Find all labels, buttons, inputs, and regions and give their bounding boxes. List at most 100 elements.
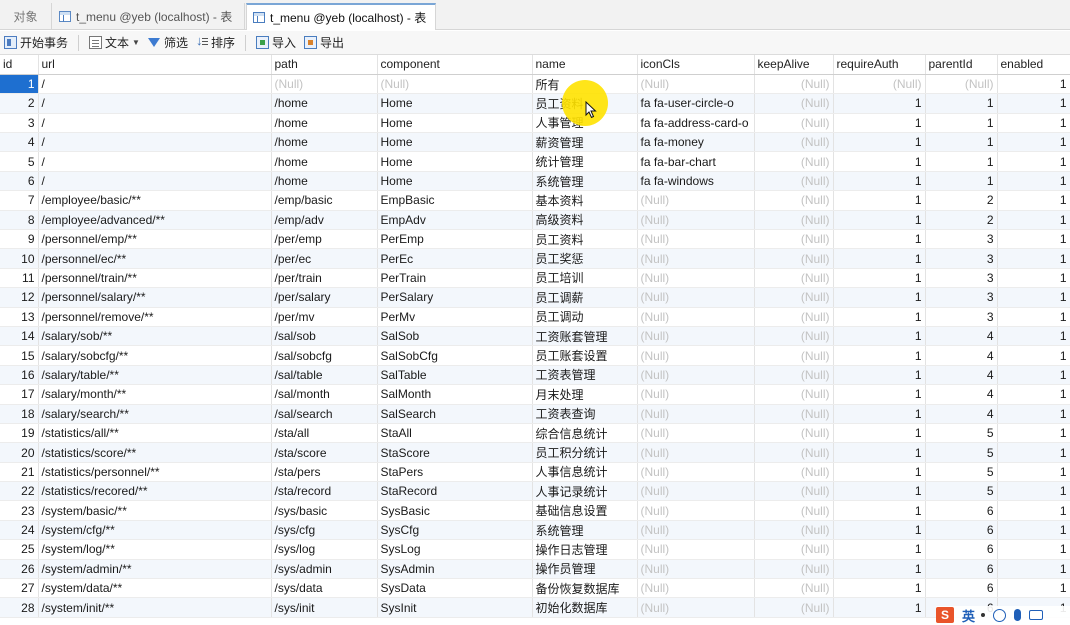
cell-id[interactable]: 9 (0, 229, 39, 250)
cell-keepAlive[interactable]: (Null) (754, 190, 834, 211)
column-header-keepAlive[interactable]: keepAlive (754, 55, 834, 75)
cell-iconCls[interactable]: (Null) (637, 287, 755, 308)
cell-path[interactable]: /sta/pers (271, 462, 378, 483)
cell-id[interactable]: 8 (0, 210, 39, 231)
cell-parentId[interactable]: 1 (925, 113, 998, 134)
cell-url[interactable]: / (38, 151, 272, 172)
cell-id[interactable]: 16 (0, 365, 39, 386)
cell-requireAuth[interactable]: 1 (833, 404, 926, 424)
cell-component[interactable]: SalTable (377, 365, 533, 386)
cell-iconCls[interactable]: fa fa-user-circle-o (637, 93, 755, 114)
cell-id[interactable]: 5 (0, 151, 39, 172)
cell-keepAlive[interactable]: (Null) (754, 404, 834, 424)
cell-id[interactable]: 3 (0, 113, 39, 134)
cell-url[interactable]: /salary/sob/** (38, 326, 272, 347)
cell-parentId[interactable]: 4 (925, 326, 998, 347)
cell-enabled[interactable]: 1 (997, 268, 1070, 289)
cell-id[interactable]: 17 (0, 384, 39, 405)
cell-url[interactable]: / (38, 74, 272, 95)
cell-iconCls[interactable]: (Null) (637, 210, 755, 231)
column-header-enabled[interactable]: enabled (997, 55, 1070, 75)
text-button[interactable]: 文本 ▼ (85, 32, 144, 54)
cell-url[interactable]: /system/init/** (38, 597, 272, 618)
table-row[interactable]: 20/statistics/score/**/sta/score StaScore… (0, 442, 1070, 463)
cell-iconCls[interactable]: fa fa-address-card-o (637, 113, 755, 134)
cell-component[interactable]: EmpBasic (377, 190, 533, 211)
cell-parentId[interactable]: 5 (925, 481, 998, 502)
cell-keepAlive[interactable]: (Null) (754, 539, 834, 560)
cell-path[interactable]: /home (271, 113, 378, 134)
cell-parentId[interactable]: 6 (925, 500, 998, 521)
column-header-iconCls[interactable]: iconCls (637, 55, 755, 75)
cell-keepAlive[interactable]: (Null) (754, 171, 834, 192)
cell-component[interactable]: SysAdmin (377, 559, 533, 580)
cell-enabled[interactable]: 1 (997, 404, 1070, 424)
tab-t-menu-1[interactable]: t_menu @yeb (localhost) - 表 (53, 3, 245, 29)
punctuation-icon[interactable] (981, 613, 986, 617)
cell-path[interactable]: /home (271, 93, 378, 114)
tab-objects[interactable]: 对象 (0, 3, 52, 29)
cell-parentId[interactable]: 4 (925, 384, 998, 405)
cell-requireAuth[interactable]: 1 (833, 462, 926, 483)
cell-component[interactable]: SysData (377, 578, 533, 599)
cell-path[interactable]: (Null) (271, 74, 378, 95)
table-row[interactable]: 8/employee/advanced/**/emp/adv EmpAdv 高级资料… (0, 210, 1070, 231)
cell-parentId[interactable]: 5 (925, 423, 998, 444)
cell-name[interactable]: 员工资料 (532, 229, 638, 250)
column-header-id[interactable]: id (0, 55, 39, 75)
cell-requireAuth[interactable]: (Null) (833, 74, 926, 95)
cell-component[interactable]: PerTrain (377, 268, 533, 289)
table-row[interactable]: 6//home Home 系统管理 fa fa-windows (Null) 1 1 1 (0, 171, 1070, 192)
cell-iconCls[interactable]: (Null) (637, 307, 755, 327)
cell-iconCls[interactable]: (Null) (637, 365, 755, 386)
cell-iconCls[interactable]: (Null) (637, 404, 755, 424)
cell-parentId[interactable]: 4 (925, 365, 998, 386)
cell-component[interactable]: SysInit (377, 597, 533, 618)
cell-path[interactable]: /sal/sobcfg (271, 345, 378, 366)
cell-enabled[interactable]: 1 (997, 481, 1070, 502)
cell-url[interactable]: /salary/search/** (38, 404, 272, 424)
cell-iconCls[interactable]: fa fa-bar-chart (637, 151, 755, 172)
cell-url[interactable]: /salary/table/** (38, 365, 272, 386)
cell-requireAuth[interactable]: 1 (833, 190, 926, 211)
cell-enabled[interactable]: 1 (997, 248, 1070, 269)
cell-parentId[interactable]: 6 (925, 578, 998, 599)
cell-name[interactable]: 基本资料 (532, 190, 638, 211)
cell-requireAuth[interactable]: 1 (833, 326, 926, 347)
cell-keepAlive[interactable]: (Null) (754, 442, 834, 463)
cell-id[interactable]: 24 (0, 520, 39, 541)
cell-component[interactable]: SalMonth (377, 384, 533, 405)
cell-component[interactable]: PerSalary (377, 287, 533, 308)
cell-requireAuth[interactable]: 1 (833, 248, 926, 269)
cell-name[interactable]: 月末处理 (532, 384, 638, 405)
cell-parentId[interactable]: 2 (925, 190, 998, 211)
cell-id[interactable]: 10 (0, 248, 39, 269)
ime-mode-toggle[interactable]: 英 (962, 606, 975, 625)
cell-url[interactable]: /personnel/emp/** (38, 229, 272, 250)
cell-id[interactable]: 14 (0, 326, 39, 347)
cell-keepAlive[interactable]: (Null) (754, 423, 834, 444)
cell-name[interactable]: 人事信息统计 (532, 462, 638, 483)
cell-requireAuth[interactable]: 1 (833, 307, 926, 327)
begin-transaction-button[interactable]: 开始事务 (0, 32, 72, 54)
cell-enabled[interactable]: 1 (997, 365, 1070, 386)
cell-iconCls[interactable]: (Null) (637, 384, 755, 405)
cell-name[interactable]: 操作员管理 (532, 559, 638, 580)
cell-keepAlive[interactable]: (Null) (754, 365, 834, 386)
table-row[interactable]: 17/salary/month/**/sal/month SalMonth 月末处理… (0, 384, 1070, 405)
cell-name[interactable]: 员工奖惩 (532, 248, 638, 269)
cell-url[interactable]: /salary/sobcfg/** (38, 345, 272, 366)
table-row[interactable]: 26/system/admin/**/sys/admin SysAdmin 操作员管… (0, 559, 1070, 580)
cell-iconCls[interactable]: (Null) (637, 597, 755, 618)
cell-path[interactable]: /sta/record (271, 481, 378, 502)
tab-t-menu-active[interactable]: t_menu @yeb (localhost) - 表 (246, 3, 436, 30)
keyboard-icon[interactable] (1029, 610, 1044, 620)
cell-url[interactable]: /personnel/ec/** (38, 248, 272, 269)
import-button[interactable]: 导入 (252, 32, 300, 54)
cell-id[interactable]: 21 (0, 462, 39, 483)
cell-parentId[interactable]: 6 (925, 539, 998, 560)
cell-iconCls[interactable]: (Null) (637, 578, 755, 599)
cell-requireAuth[interactable]: 1 (833, 539, 926, 560)
cell-parentId[interactable]: 1 (925, 171, 998, 192)
cell-url[interactable]: /personnel/train/** (38, 268, 272, 289)
